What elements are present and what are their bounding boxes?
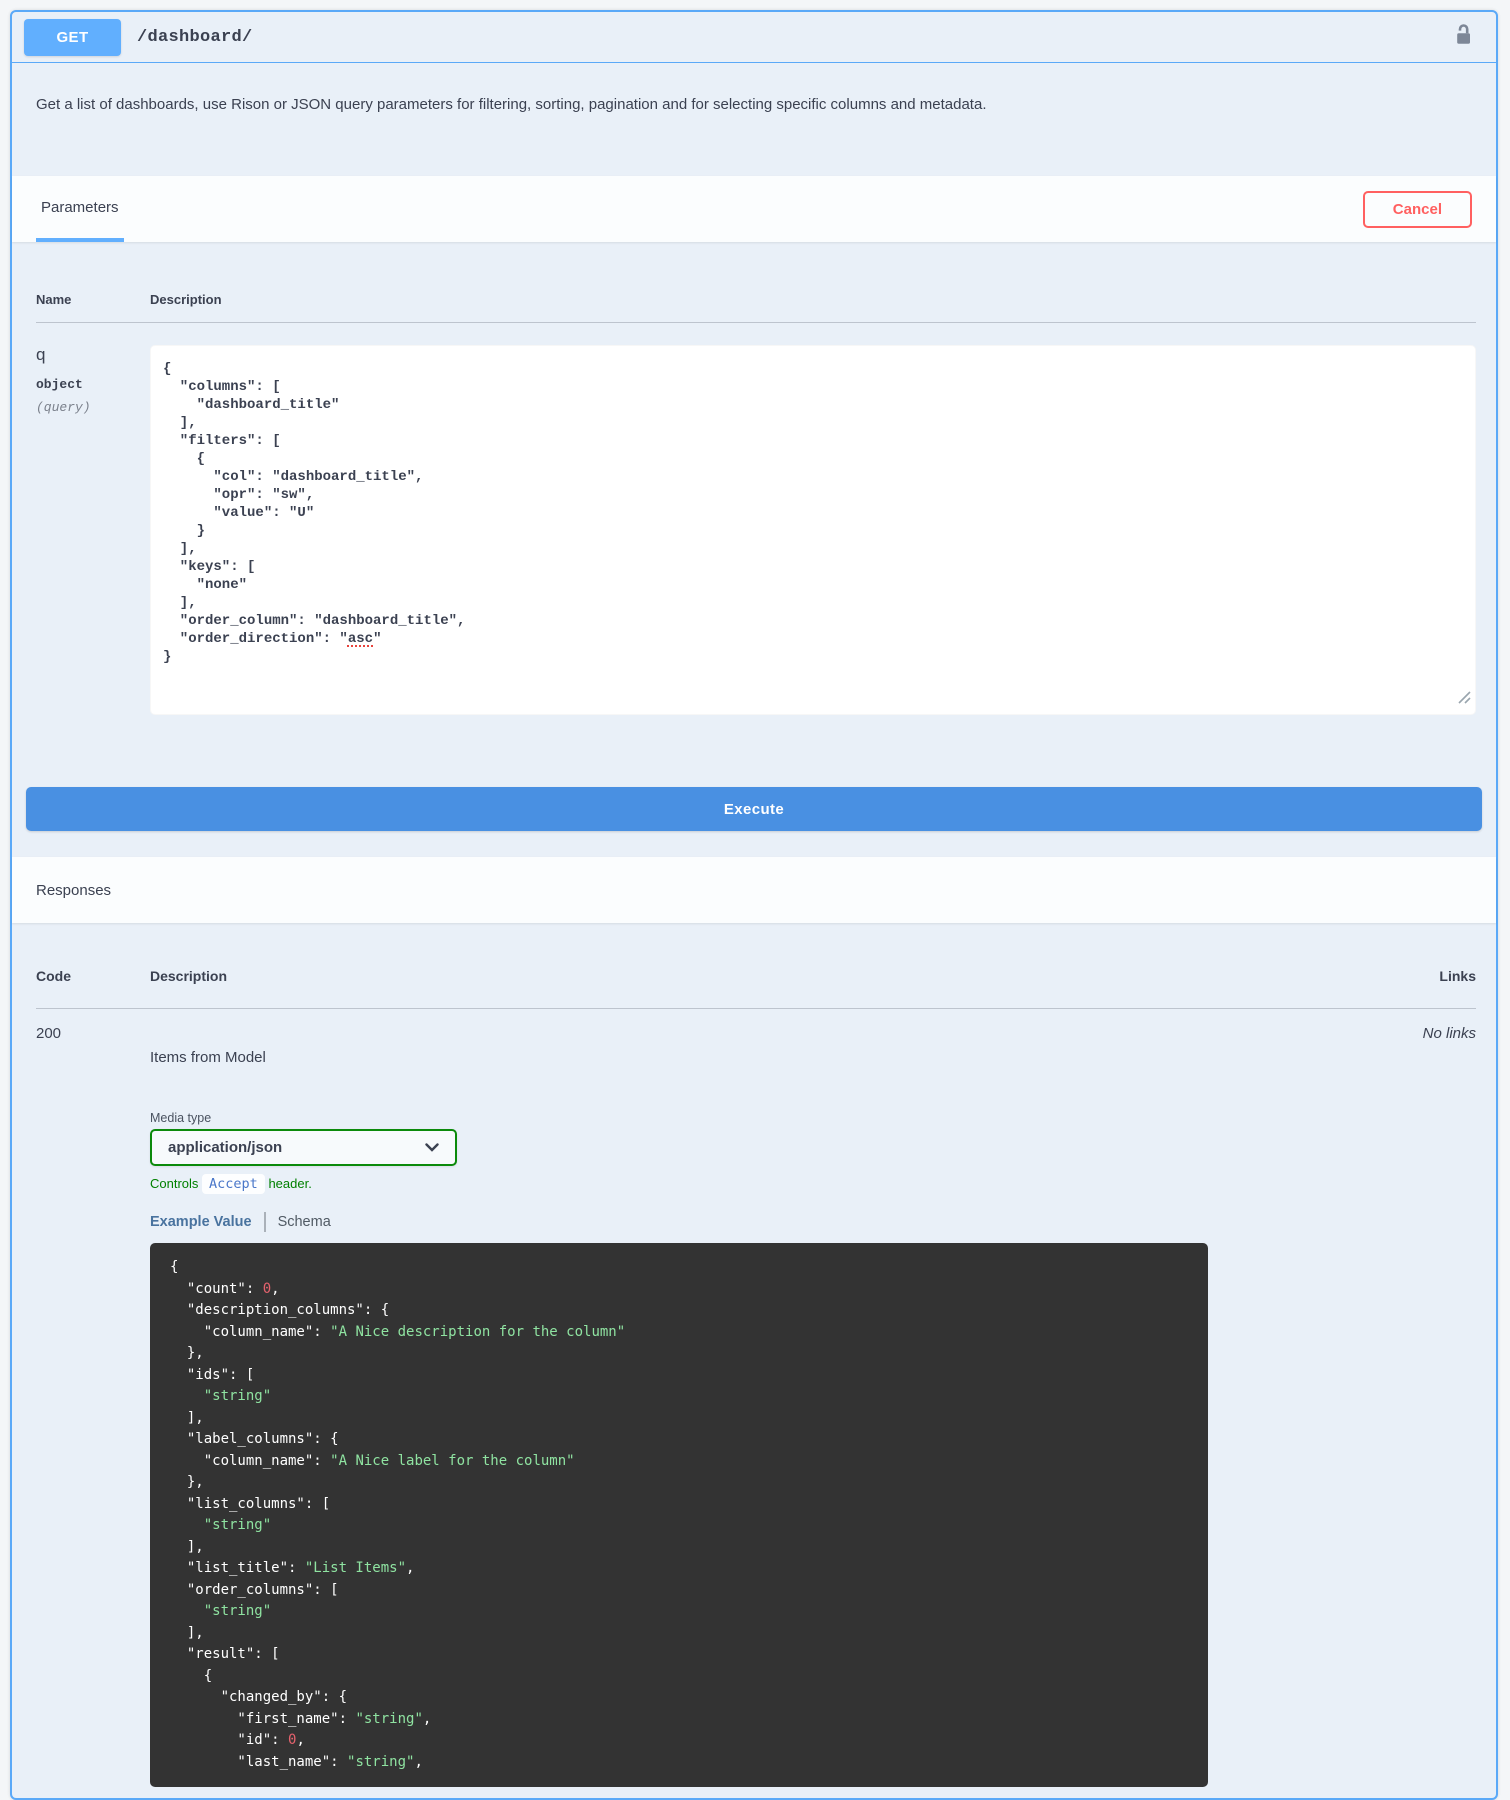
chevron-down-icon [425, 1139, 439, 1156]
accept-header-code: Accept [202, 1174, 265, 1194]
responses-table-head: Code Description Links [36, 923, 1476, 1009]
query-editor[interactable]: { "columns": [ "dashboard_title" ], "fil… [150, 345, 1476, 715]
controls-prefix: Controls [150, 1176, 199, 1191]
response-code: 200 [36, 1025, 62, 1042]
responses-title: Responses [36, 881, 112, 899]
get-dashboard-opblock: GET /dashboard/ Get a list of dashboards… [10, 10, 1498, 1800]
parameters-table: Name Description q object (query) { "col… [12, 242, 1496, 715]
tab-example-value[interactable]: Example Value [150, 1214, 252, 1230]
tab-parameters: Parameters [36, 176, 124, 242]
response-description-cell: Items from Model Media type application/… [150, 1009, 1336, 1787]
parameters-header: Parameters Cancel [12, 176, 1496, 242]
execute-button[interactable]: Execute [26, 787, 1482, 831]
responses-table: Code Description Links 200 Items from Mo… [12, 923, 1496, 1787]
parameter-row-q: q object (query) { "columns": [ "dashboa… [36, 323, 1476, 715]
resize-grip-icon[interactable] [1458, 691, 1471, 710]
misspelled-word: asc [347, 631, 374, 647]
parameter-name: q [36, 345, 46, 364]
http-method-badge[interactable]: GET [24, 18, 121, 56]
response-row-200: 200 Items from Model Media type applicat… [36, 1009, 1476, 1787]
col-header-description: Description [150, 292, 222, 307]
controls-suffix: header. [268, 1176, 312, 1191]
parameter-meta: q object (query) [36, 345, 150, 715]
col-header-name: Name [36, 292, 72, 307]
tab-schema[interactable]: Schema [278, 1214, 331, 1230]
opblock-summary: GET /dashboard/ [12, 12, 1496, 63]
media-type-select[interactable]: application/json [150, 1129, 457, 1166]
col-header-links: Links [1439, 968, 1476, 984]
parameters-table-head: Name Description [36, 242, 1476, 323]
execute-wrapper: Execute [12, 715, 1496, 831]
endpoint-path[interactable]: /dashboard/ [137, 28, 253, 47]
auth-lock-button[interactable] [1451, 21, 1476, 53]
response-description: Items from Model [150, 1049, 266, 1066]
model-example-tabs: Example Value Schema [150, 1212, 1336, 1232]
cancel-button[interactable]: Cancel [1362, 190, 1472, 228]
endpoint-description: Get a list of dashboards, use Rison or J… [36, 96, 987, 113]
col-header-response-description: Description [150, 968, 228, 984]
media-type-selected-value: application/json [168, 1139, 283, 1156]
parameter-type: object [36, 377, 83, 392]
media-type-label: Media type [150, 1111, 212, 1125]
responses-header: Responses [12, 857, 1496, 923]
unlocked-padlock-icon [1453, 24, 1474, 51]
example-code[interactable]: { "count": 0, "description_columns": { "… [150, 1243, 1208, 1787]
parameter-location: (query) [36, 400, 91, 415]
tab-separator [263, 1212, 266, 1232]
response-links: No links [1422, 1025, 1476, 1042]
controls-accept-note: Controls Accept header. [150, 1174, 1336, 1194]
col-header-code: Code [36, 968, 71, 984]
